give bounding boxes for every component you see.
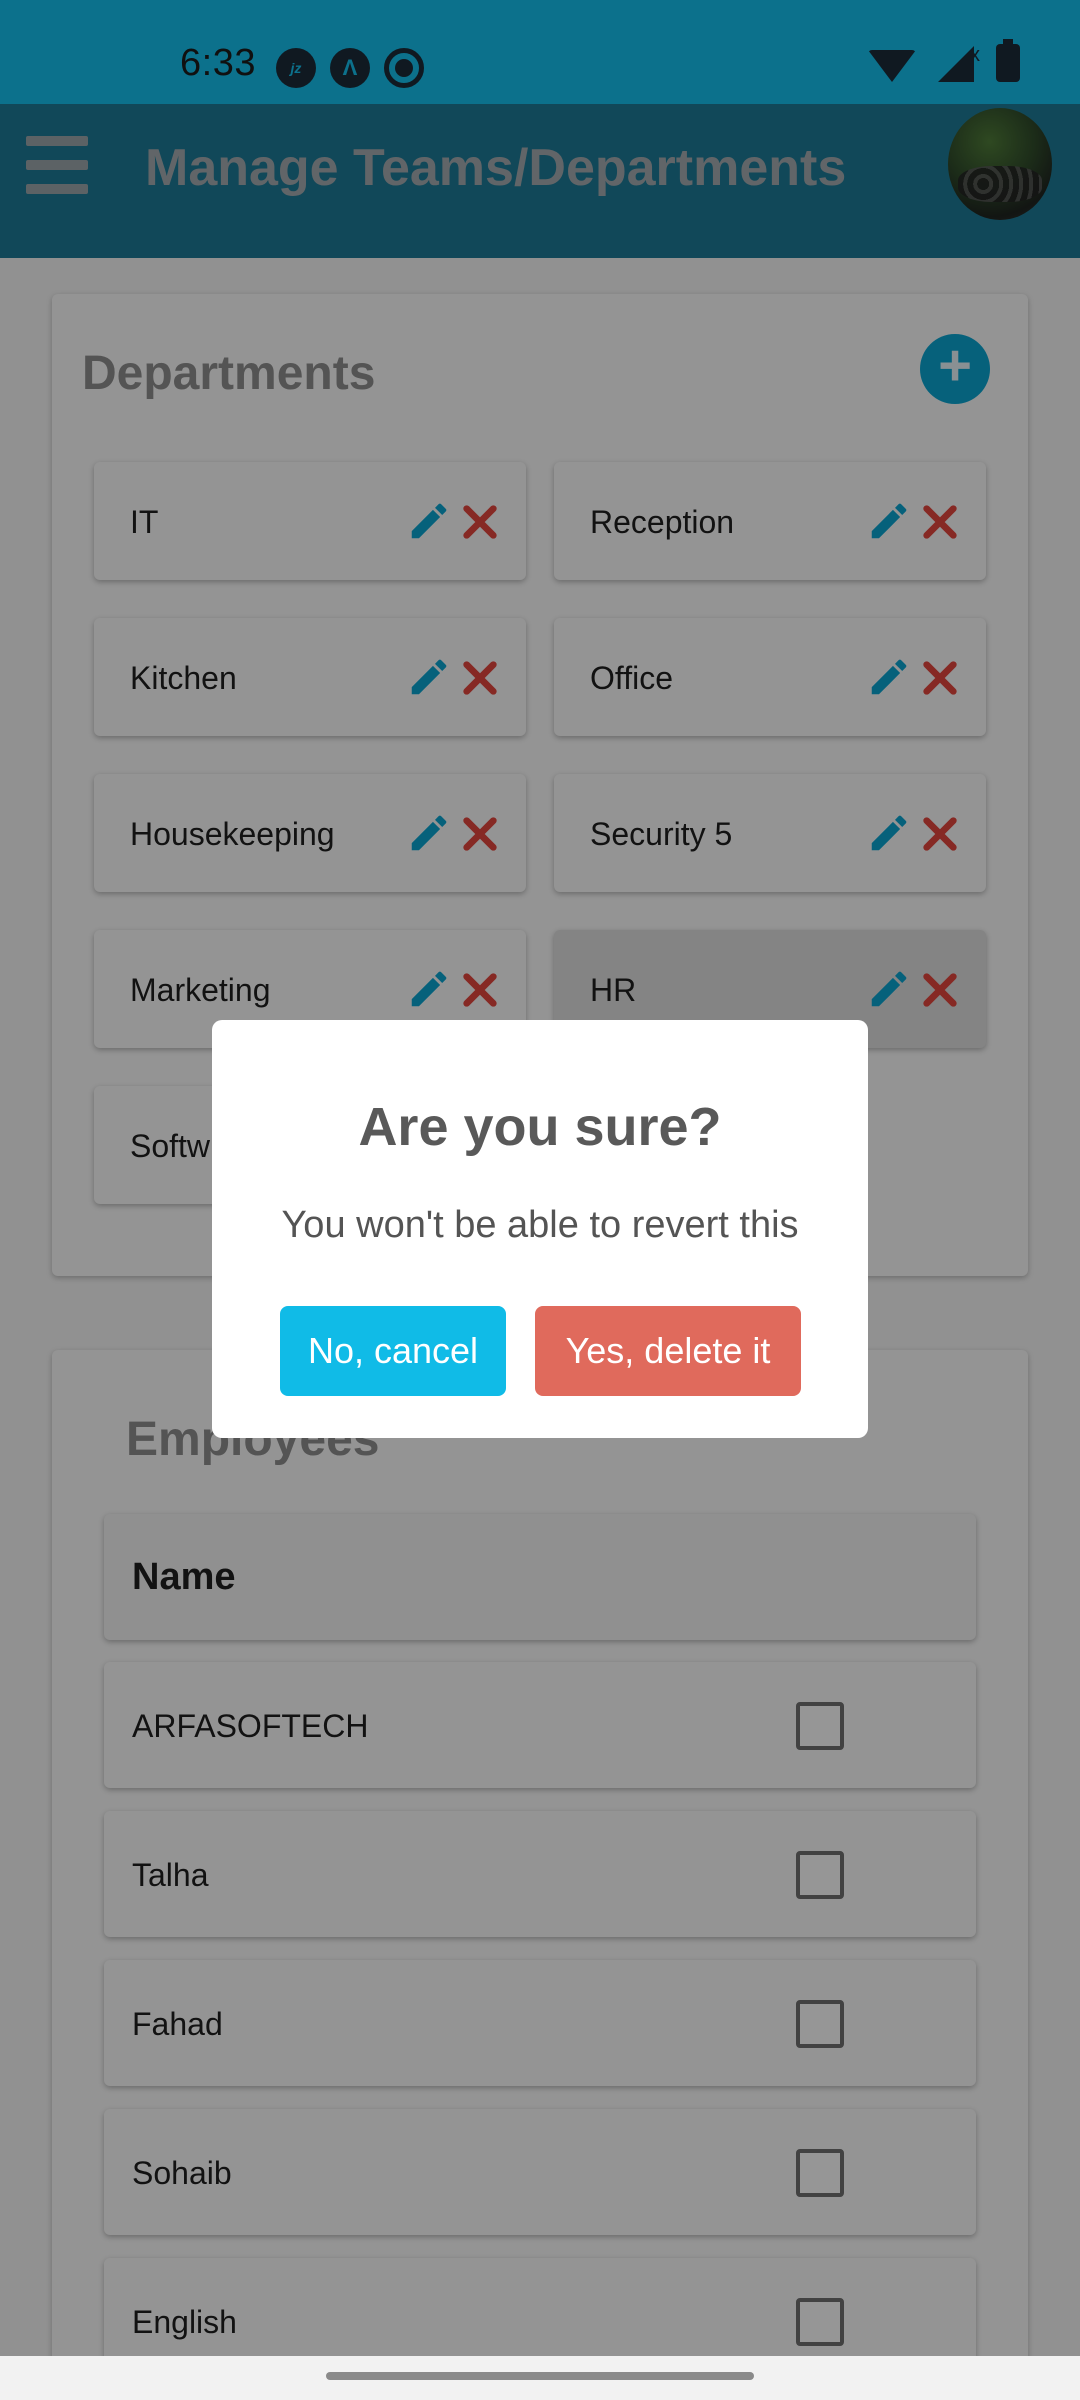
confirm-dialog: Are you sure? You won't be able to rever… bbox=[212, 1020, 868, 1438]
dialog-title: Are you sure? bbox=[358, 1097, 722, 1157]
cancel-button[interactable]: No, cancel bbox=[280, 1306, 506, 1396]
confirm-delete-button[interactable]: Yes, delete it bbox=[535, 1306, 801, 1396]
home-gesture-handle[interactable] bbox=[326, 2372, 754, 2380]
dialog-message: You won't be able to revert this bbox=[281, 1204, 799, 1246]
system-nav-bar bbox=[0, 2356, 1080, 2400]
